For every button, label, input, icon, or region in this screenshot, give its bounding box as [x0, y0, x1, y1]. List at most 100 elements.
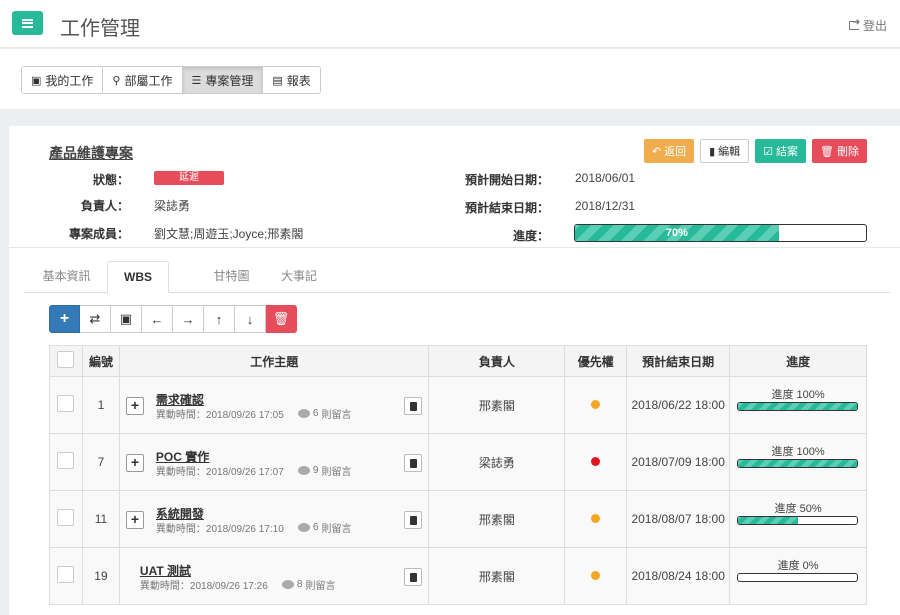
- row-checkbox[interactable]: [57, 566, 75, 583]
- end-date-label: 預計結束日期：: [464, 201, 549, 215]
- expand-button[interactable]: +: [125, 397, 144, 415]
- task-comments-link[interactable]: 6 則留言: [297, 520, 351, 535]
- page-title: 工作管理: [60, 16, 140, 40]
- sitemap-icon: ⚲: [112, 74, 121, 87]
- table-row: 1 + 需求確認 異動時間：2018/09/26 17:05 6 則留言 邢素閣 …: [49, 376, 867, 434]
- outdent-button[interactable]: ←: [142, 305, 173, 333]
- col-priority: 優先權: [564, 345, 628, 377]
- refresh-button[interactable]: ⇄: [80, 305, 111, 333]
- project-panel: 產品維護專案 ↶ 返回 ▮ 編輯 ☑ 結案 🗑 刪除 狀態： 延遲 負責人： 梁誌勇 專…: [9, 126, 900, 615]
- select-all-checkbox[interactable]: [57, 351, 75, 368]
- tab-project-management[interactable]: ☰ 專案管理: [182, 67, 264, 93]
- back-button[interactable]: ↶ 返回: [643, 139, 695, 163]
- task-doc-button[interactable]: [404, 397, 423, 415]
- row-checkbox[interactable]: [57, 509, 75, 526]
- task-priority: [564, 376, 628, 434]
- edit-button[interactable]: ▮ 編輯: [700, 139, 750, 163]
- table-row: 7 + POC 實作 異動時間：2018/09/26 17:07 9 則留言 梁誌…: [49, 433, 867, 491]
- sign-out-icon: [848, 17, 860, 30]
- task-end-date: 2018/07/09 18:00: [626, 433, 731, 491]
- id-card-icon: ▣: [31, 74, 42, 87]
- module-tabs: ▣ 我的工作 ⚲ 部屬工作 ☰ 專案管理 ▤ 報表: [21, 66, 321, 94]
- tab-wbs[interactable]: WBS: [107, 261, 169, 293]
- table-header-row: 編號 工作主題 負責人 優先權 預計結束日期 進度: [49, 345, 867, 377]
- comment-icon: [281, 580, 294, 589]
- start-date-value: 2018/06/01: [575, 171, 636, 185]
- end-date-value: 2018/12/31: [575, 199, 636, 213]
- task-comments-link[interactable]: 8 則留言: [281, 577, 335, 592]
- task-doc-button[interactable]: [404, 511, 423, 529]
- comment-icon: [297, 523, 310, 532]
- add-task-button[interactable]: +: [49, 305, 80, 333]
- comment-icon: [297, 466, 310, 475]
- task-progress-bar: [737, 402, 859, 411]
- assign-button[interactable]: ▣: [111, 305, 142, 333]
- task-comments-link[interactable]: 6 則留言: [297, 406, 351, 421]
- select-all-cell: [49, 345, 83, 377]
- task-topic-cell: + POC 實作 異動時間：2018/09/26 17:07 9 則留言: [118, 433, 430, 491]
- expand-button[interactable]: +: [125, 511, 144, 529]
- hamburger-icon: [22, 18, 33, 28]
- row-select-cell: [49, 376, 83, 434]
- delete-button[interactable]: 🗑 刪除: [812, 139, 867, 163]
- tab-basic-info[interactable]: 基本資訊: [29, 261, 104, 293]
- col-owner: 負責人: [428, 345, 566, 377]
- delete-task-button[interactable]: 🗑: [266, 305, 297, 333]
- row-checkbox[interactable]: [57, 395, 75, 412]
- task-doc-button[interactable]: [404, 454, 423, 472]
- task-end-date: 2018/08/07 18:00: [626, 490, 731, 548]
- owner-label: 負責人：: [80, 199, 129, 213]
- tab-reports[interactable]: ▤ 報表: [263, 67, 320, 93]
- project-subtabs: 基本資訊 WBS 甘特圖 大事記: [24, 261, 890, 293]
- priority-dot: [591, 457, 601, 466]
- table-row: 11 + 系統開發 異動時間：2018/09/26 17:10 6 則留言 邢素閣…: [49, 490, 867, 548]
- menu-toggle-button[interactable]: [12, 11, 43, 35]
- task-owner: 邢素閣: [428, 547, 566, 605]
- expand-button[interactable]: +: [125, 454, 144, 472]
- task-modified-time: 異動時間：2018/09/26 17:05: [155, 410, 284, 421]
- logout-link[interactable]: 登出: [848, 17, 887, 34]
- tab-my-work[interactable]: ▣ 我的工作: [22, 67, 104, 93]
- members-label: 專案成員：: [68, 227, 129, 241]
- project-progress-bar: 70%: [574, 224, 867, 242]
- module-nav: ▣ 我的工作 ⚲ 部屬工作 ☰ 專案管理 ▤ 報表: [0, 49, 900, 109]
- row-select-cell: [49, 490, 83, 548]
- task-no: 19: [81, 547, 120, 605]
- task-topic-cell: + 需求確認 異動時間：2018/09/26 17:05 6 則留言: [118, 376, 430, 434]
- close-project-button[interactable]: ☑ 結案: [755, 139, 807, 163]
- priority-dot: [591, 571, 601, 580]
- task-comments-link[interactable]: 9 則留言: [297, 463, 351, 478]
- tab-milestones[interactable]: 大事記: [269, 261, 329, 293]
- retweet-icon: ⇄: [89, 311, 101, 326]
- task-doc-button[interactable]: [404, 568, 423, 586]
- id-card-icon: ▣: [119, 311, 133, 326]
- task-owner: 邢素閣: [428, 376, 566, 434]
- status-badge: 延遲: [154, 171, 224, 185]
- move-up-button[interactable]: ↑: [204, 305, 235, 333]
- indent-button[interactable]: →: [173, 305, 204, 333]
- project-progress-fill: 70%: [575, 225, 779, 241]
- wbs-toolbar: + ⇄ ▣ ← → ↑ ↓ 🗑: [49, 305, 297, 333]
- task-progress-label: 進度 100%: [771, 446, 825, 458]
- task-end-date: 2018/08/24 18:00: [626, 547, 731, 605]
- task-modified-time: 異動時間：2018/09/26 17:07: [155, 467, 284, 478]
- top-bar: 工作管理 登出: [0, 0, 900, 48]
- row-checkbox[interactable]: [57, 452, 75, 469]
- task-progress-cell: 進度 0%: [729, 547, 867, 605]
- list-alt-icon: ☰: [191, 74, 202, 87]
- task-progress-fill: [738, 517, 798, 524]
- task-progress-bar: [737, 573, 859, 582]
- file-icon: [409, 572, 417, 582]
- tab-subordinate-work[interactable]: ⚲ 部屬工作: [103, 67, 183, 93]
- task-modified-time: 異動時間：2018/09/26 17:26: [139, 581, 268, 592]
- trash-icon: 🗑: [820, 145, 834, 158]
- task-progress-fill: [738, 460, 858, 467]
- col-end-date: 預計結束日期: [626, 345, 731, 377]
- task-no: 7: [81, 433, 120, 491]
- start-date-label: 預計開始日期：: [464, 173, 549, 187]
- arrow-left-icon: ←: [150, 311, 164, 327]
- priority-dot: [591, 514, 601, 523]
- tab-gantt[interactable]: 甘特圖: [204, 261, 259, 293]
- task-progress-cell: 進度 100%: [729, 376, 867, 434]
- move-down-button[interactable]: ↓: [235, 305, 266, 333]
